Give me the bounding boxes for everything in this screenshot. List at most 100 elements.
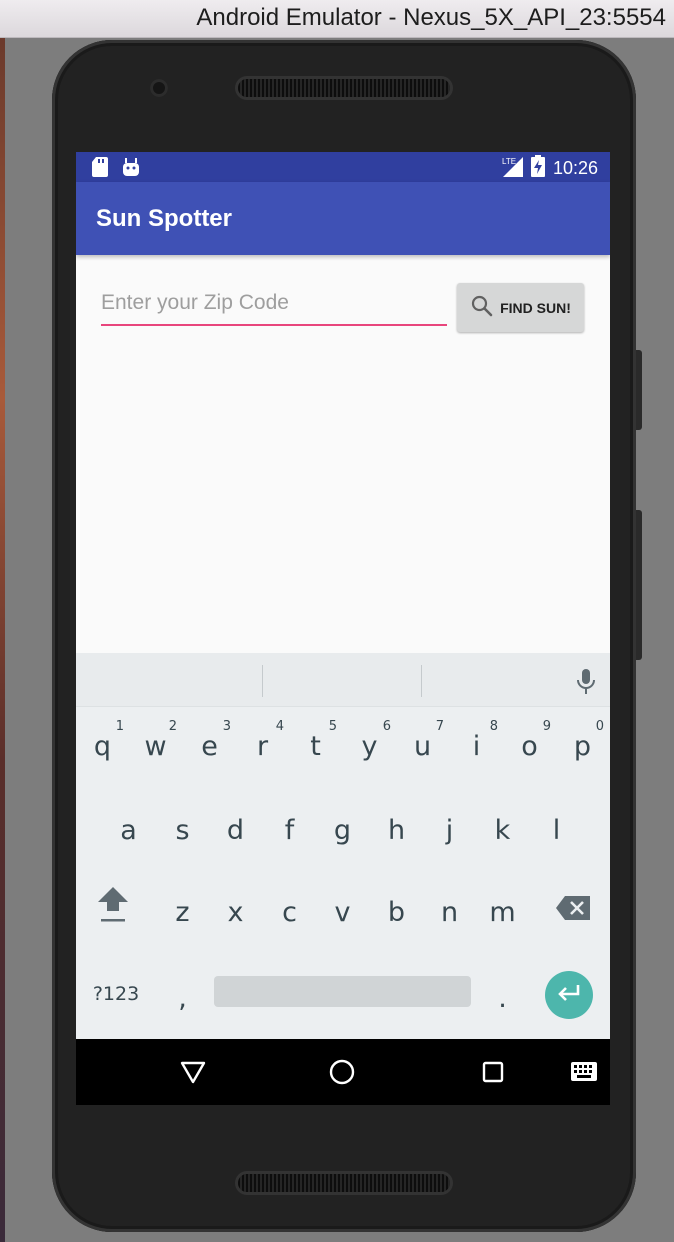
battery-charging-icon [530, 155, 545, 181]
key-label: i [472, 730, 481, 762]
key-hint: 8 [489, 719, 498, 734]
key-j[interactable]: j [423, 791, 476, 861]
shift-key[interactable] [86, 873, 139, 943]
window-title: Android Emulator - Nexus_5X_API_23:5554 [196, 4, 666, 31]
symbols-key[interactable]: ?123 [86, 959, 146, 1029]
find-sun-button[interactable]: FIND SUN! [457, 283, 584, 332]
key-hint: 6 [382, 719, 391, 734]
key-l[interactable]: l [530, 791, 583, 861]
key-label: c [282, 896, 297, 928]
key-c[interactable]: c [263, 873, 316, 943]
backspace-key[interactable] [546, 873, 599, 943]
key-t[interactable]: 5t [289, 707, 342, 777]
find-sun-label: FIND SUN! [500, 299, 571, 316]
search-icon [470, 294, 494, 321]
enter-key[interactable] [545, 971, 593, 1019]
key-q[interactable]: 1q [76, 707, 129, 777]
keyboard-switch-icon[interactable] [570, 1061, 598, 1087]
key-label: a [120, 814, 137, 846]
key-f[interactable]: f [263, 791, 316, 861]
signal-icon: LTE [501, 155, 523, 181]
key-p[interactable]: 0p [556, 707, 609, 777]
key-hint: 9 [542, 719, 551, 734]
suggestion-divider [421, 665, 422, 697]
space-key[interactable] [214, 976, 471, 1007]
app-toolbar: Sun Spotter [76, 182, 610, 255]
key-hint: 0 [595, 719, 604, 734]
suggestion-divider [262, 665, 263, 697]
key-label: p [573, 730, 592, 762]
status-bar: LTE 10:26 [76, 152, 610, 182]
comma-key[interactable]: , [156, 959, 209, 1029]
key-label: s [175, 814, 190, 846]
key-label: y [361, 730, 378, 762]
key-label: . [498, 982, 507, 1014]
key-label: e [201, 730, 218, 762]
device-screen: LTE 10:26 Sun Spotter FIND SUN! 1q 2w 3e [76, 152, 610, 1105]
earpiece-speaker [238, 79, 450, 97]
key-s[interactable]: s [156, 791, 209, 861]
key-label: q [93, 730, 112, 762]
key-k[interactable]: k [476, 791, 529, 861]
key-i[interactable]: 8i [450, 707, 503, 777]
bottom-speaker [238, 1174, 450, 1192]
suggestion-strip [76, 653, 610, 707]
key-hint: 3 [222, 719, 231, 734]
window-titlebar: Android Emulator - Nexus_5X_API_23:5554 [0, 0, 674, 38]
key-a[interactable]: a [102, 791, 155, 861]
key-d[interactable]: d [209, 791, 262, 861]
key-label: z [175, 896, 190, 928]
enter-icon [556, 983, 582, 1007]
soft-keyboard: 1q 2w 3e 4r 5t 6y 7u 8i 9o 0p a s d f g … [76, 653, 610, 1039]
key-b[interactable]: b [370, 873, 423, 943]
key-hint: 1 [115, 719, 124, 734]
key-z[interactable]: z [156, 873, 209, 943]
key-e[interactable]: 3e [183, 707, 236, 777]
key-label: v [334, 896, 351, 928]
key-label: r [256, 730, 269, 762]
key-label: n [440, 896, 459, 928]
key-h[interactable]: h [370, 791, 423, 861]
svg-text:LTE: LTE [502, 157, 516, 166]
key-m[interactable]: m [476, 873, 529, 943]
status-time: 10:26 [552, 157, 598, 178]
key-label: o [521, 730, 538, 762]
zip-code-input[interactable] [101, 286, 447, 326]
shift-icon [96, 885, 130, 932]
home-icon[interactable] [328, 1058, 356, 1090]
desktop-wallpaper [0, 38, 5, 1242]
recents-icon[interactable] [479, 1058, 507, 1090]
key-hint: 2 [168, 719, 177, 734]
key-hint: 5 [328, 719, 337, 734]
key-x[interactable]: x [209, 873, 262, 943]
key-n[interactable]: n [423, 873, 476, 943]
key-label: b [387, 896, 406, 928]
navigation-bar [76, 1039, 610, 1105]
key-label: l [552, 814, 561, 846]
key-label: w [144, 730, 167, 762]
period-key[interactable]: . [476, 959, 529, 1029]
key-label: t [310, 730, 321, 762]
key-label: x [227, 896, 244, 928]
back-icon[interactable] [179, 1058, 207, 1090]
front-camera [150, 79, 168, 97]
microphone-icon[interactable] [574, 668, 598, 700]
sd-card-icon [92, 157, 108, 181]
key-label: j [445, 814, 454, 846]
key-w[interactable]: 2w [129, 707, 182, 777]
key-label: h [387, 814, 406, 846]
power-button[interactable] [636, 350, 642, 430]
key-label: m [489, 896, 516, 928]
key-g[interactable]: g [316, 791, 369, 861]
key-label: f [284, 814, 295, 846]
key-u[interactable]: 7u [396, 707, 449, 777]
key-hint: 7 [435, 719, 444, 734]
volume-button[interactable] [636, 510, 642, 660]
key-r[interactable]: 4r [236, 707, 289, 777]
key-o[interactable]: 9o [503, 707, 556, 777]
key-label: g [333, 814, 352, 846]
app-title: Sun Spotter [96, 205, 232, 232]
key-label: ?123 [92, 983, 140, 1005]
key-v[interactable]: v [316, 873, 369, 943]
key-y[interactable]: 6y [343, 707, 396, 777]
